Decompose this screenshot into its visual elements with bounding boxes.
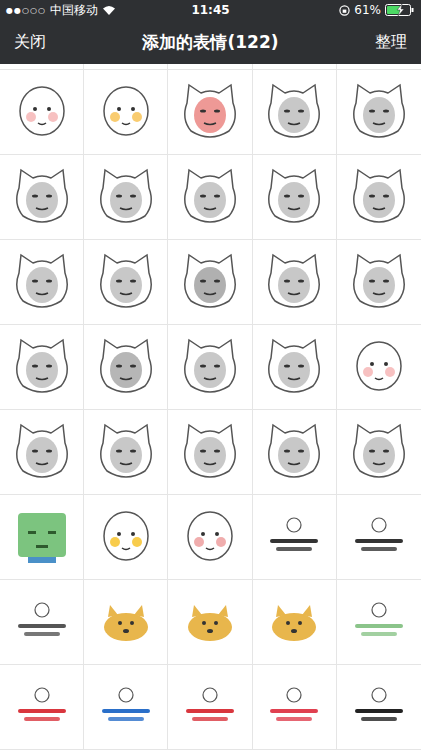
caption-sticker-icon	[178, 685, 242, 729]
sticker-cell[interactable]	[253, 665, 337, 750]
meme-face-icon	[93, 164, 159, 230]
organize-button[interactable]: 整理	[367, 32, 407, 53]
sticker-cell[interactable]	[337, 70, 421, 155]
sticker-cell[interactable]	[168, 155, 252, 240]
sticker-cell[interactable]	[84, 155, 168, 240]
meme-face-icon	[9, 249, 75, 315]
sticker-cell[interactable]	[253, 70, 337, 155]
sticker-cell[interactable]	[337, 665, 421, 750]
sticker-cell[interactable]	[168, 325, 252, 410]
sticker-cell[interactable]	[168, 665, 252, 750]
caption-sticker-icon	[262, 515, 326, 559]
meme-face-icon	[346, 164, 412, 230]
doge-sticker-icon	[178, 597, 242, 647]
meme-face-icon	[9, 419, 75, 485]
sticker-screen: ●●○○○ 中国移动 11:45 61% 关闭 添加的表情(122) 整理	[0, 0, 421, 750]
sticker-cell[interactable]	[84, 325, 168, 410]
sticker-cell[interactable]	[253, 325, 337, 410]
doge-sticker-icon	[262, 597, 326, 647]
sticker-cell[interactable]	[84, 70, 168, 155]
sticker-cell[interactable]	[168, 410, 252, 495]
meme-face-icon	[261, 164, 327, 230]
sticker-grid	[0, 69, 421, 750]
meme-face-icon	[177, 164, 243, 230]
battery-icon	[385, 4, 415, 16]
cartoon-sticker-icon	[95, 81, 157, 143]
sticker-cell[interactable]	[253, 240, 337, 325]
meme-face-icon	[261, 79, 327, 145]
sticker-cell[interactable]	[0, 155, 84, 240]
nav-title: 添加的表情(122)	[142, 31, 278, 54]
sticker-cell[interactable]	[0, 665, 84, 750]
caption-sticker-icon	[347, 600, 411, 644]
caption-sticker-icon	[10, 685, 74, 729]
rotation-lock-icon	[339, 5, 350, 16]
meme-face-icon	[93, 249, 159, 315]
sticker-cell[interactable]	[337, 580, 421, 665]
sticker-cell[interactable]	[337, 410, 421, 495]
sticker-cell[interactable]	[0, 240, 84, 325]
meme-face-icon	[93, 419, 159, 485]
status-bar: ●●○○○ 中国移动 11:45 61%	[0, 0, 421, 20]
caption-sticker-icon	[347, 685, 411, 729]
caption-sticker-icon	[94, 685, 158, 729]
caption-sticker-icon	[347, 515, 411, 559]
doge-sticker-icon	[94, 597, 158, 647]
sticker-cell[interactable]	[168, 70, 252, 155]
sticker-cell[interactable]	[337, 325, 421, 410]
battery-percent: 61%	[354, 3, 381, 17]
meme-face-icon	[177, 249, 243, 315]
meme-face-icon	[9, 334, 75, 400]
signal-strength: ●●○○○	[6, 6, 46, 15]
carrier: 中国移动	[50, 2, 98, 19]
caption-sticker-icon	[262, 685, 326, 729]
meme-face-icon	[346, 419, 412, 485]
caption-sticker-icon	[10, 600, 74, 644]
cartoon-sticker-icon	[95, 506, 157, 568]
clock: 11:45	[191, 3, 229, 17]
sticker-cell[interactable]	[337, 155, 421, 240]
cartoon-sticker-icon	[179, 506, 241, 568]
sticker-cell[interactable]	[337, 495, 421, 580]
sticker-cell[interactable]	[84, 495, 168, 580]
meme-face-icon	[346, 249, 412, 315]
sticker-cell[interactable]	[84, 240, 168, 325]
sticker-cell[interactable]	[84, 580, 168, 665]
sticker-cell[interactable]	[253, 580, 337, 665]
zombie-sticker-icon	[12, 507, 72, 567]
meme-face-icon	[9, 164, 75, 230]
wifi-icon	[102, 5, 116, 16]
sticker-cell[interactable]	[253, 410, 337, 495]
sticker-cell[interactable]	[0, 580, 84, 665]
meme-face-icon	[261, 419, 327, 485]
cartoon-sticker-icon	[11, 81, 73, 143]
sticker-cell[interactable]	[0, 70, 84, 155]
sticker-cell[interactable]	[168, 495, 252, 580]
sticker-cell[interactable]	[84, 410, 168, 495]
sticker-cell[interactable]	[84, 665, 168, 750]
meme-face-icon	[261, 334, 327, 400]
sticker-cell[interactable]	[168, 240, 252, 325]
meme-face-icon	[93, 334, 159, 400]
sticker-cell[interactable]	[337, 240, 421, 325]
close-button[interactable]: 关闭	[14, 32, 54, 53]
meme-face-icon	[177, 334, 243, 400]
meme-face-icon	[346, 79, 412, 145]
meme-face-icon	[261, 249, 327, 315]
sticker-cell[interactable]	[168, 580, 252, 665]
sticker-cell[interactable]	[253, 155, 337, 240]
sticker-cell[interactable]	[0, 495, 84, 580]
meme-face-icon	[177, 79, 243, 145]
meme-face-icon	[177, 419, 243, 485]
sticker-cell[interactable]	[0, 410, 84, 495]
nav-bar: 关闭 添加的表情(122) 整理	[0, 20, 421, 64]
sticker-cell[interactable]	[0, 325, 84, 410]
cartoon-sticker-icon	[348, 336, 410, 398]
sticker-cell[interactable]	[253, 495, 337, 580]
